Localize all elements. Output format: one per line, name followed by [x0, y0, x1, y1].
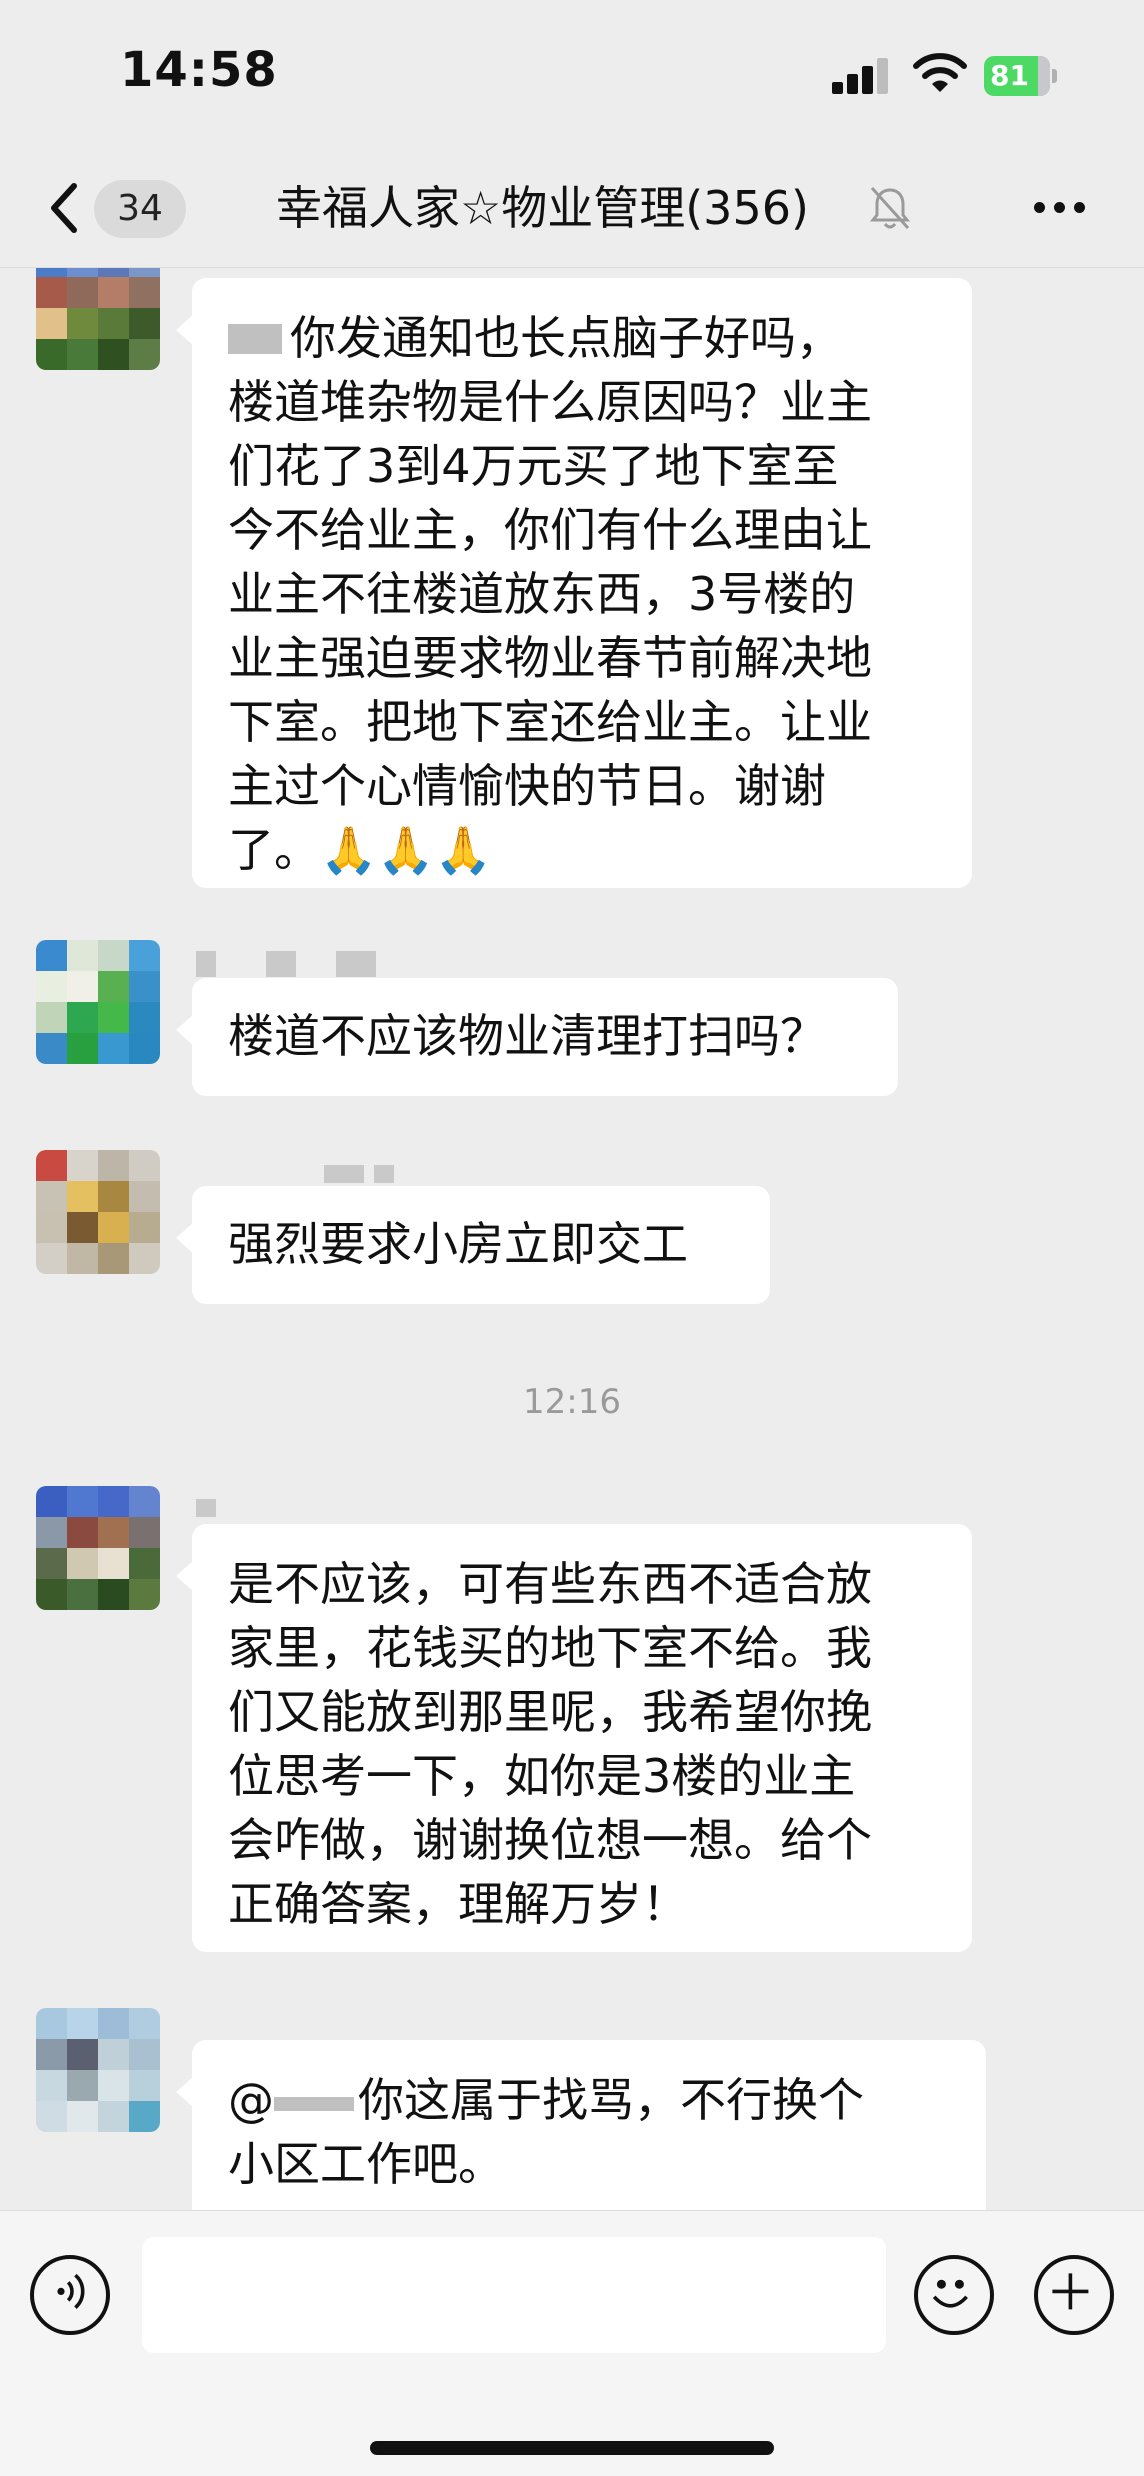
message-text: 你发通知也长点脑子好吗， — [290, 311, 842, 365]
message-list[interactable]: 你发通知也长点脑子好吗， 楼道堆杂物是什么原因吗？业主 们花了3到4万元买了地下… — [0, 268, 1144, 2210]
avatar[interactable] — [36, 2008, 160, 2132]
message-bubble[interactable]: 你发通知也长点脑子好吗， 楼道堆杂物是什么原因吗？业主 们花了3到4万元买了地下… — [176, 278, 972, 888]
message-text: 是不应该，可有些东西不适合放 — [228, 1557, 872, 1611]
status-time: 14:58 — [120, 42, 278, 98]
message-text: 业主不往楼道放东西，3号楼的 — [228, 567, 856, 621]
muted-bell-icon — [869, 186, 911, 230]
plus-icon — [1052, 2273, 1089, 2310]
avatar[interactable] — [36, 1150, 160, 1274]
avatar[interactable] — [36, 1486, 160, 1610]
more-functions-button[interactable] — [1034, 2255, 1114, 2335]
message-input[interactable] — [142, 2237, 886, 2353]
back-chevron-icon[interactable] — [44, 178, 84, 238]
chat-header: 34 幸福人家☆物业管理(356) — [0, 150, 1144, 268]
message-text: 小区工作吧。 — [228, 2137, 504, 2191]
message-text: 强烈要求小房立即交工 — [228, 1217, 688, 1271]
message-text: 业主强迫要求物业春节前解决地 — [228, 631, 872, 685]
message-text: 你这属于找骂，不行换个 — [358, 2073, 864, 2127]
voice-wave-icon — [57, 2273, 85, 2309]
avatar[interactable] — [36, 268, 160, 370]
unread-count-badge[interactable]: 34 — [94, 180, 186, 238]
message-text: 下室。把地下室还给业主。让业 — [228, 695, 872, 749]
wifi-icon — [913, 53, 967, 92]
smiley-icon — [932, 2279, 968, 2308]
message-text: 了。🙏🙏🙏 — [228, 823, 492, 877]
avatar[interactable] — [36, 940, 160, 1064]
message-text: 楼道不应该物业清理打扫吗？ — [228, 1009, 826, 1063]
redacted-mention — [274, 2096, 354, 2111]
voice-input-button[interactable] — [30, 2255, 110, 2335]
message-text: 们又能放到那里呢，我希望你挽 — [228, 1685, 872, 1739]
message-text: 们花了3到4万元买了地下室至 — [228, 439, 839, 493]
home-indicator[interactable] — [370, 2441, 774, 2455]
message-text: 家里，花钱买的地下室不给。我 — [228, 1621, 872, 1675]
message-timestamp: 12:16 — [523, 1382, 621, 1422]
chat-title: 幸福人家☆物业管理(356) — [276, 181, 809, 235]
message-text: 楼道堆杂物是什么原因吗？业主 — [228, 375, 872, 429]
input-bar — [0, 2210, 1144, 2476]
message-bubble[interactable]: @ 你这属于找骂，不行换个 小区工作吧。 — [176, 2040, 986, 2210]
more-options-icon[interactable] — [1030, 188, 1090, 228]
message-bubble[interactable]: 强烈要求小房立即交工 — [176, 1186, 770, 1304]
message-text: 位思考一下，如你是3楼的业主 — [228, 1749, 856, 1803]
message-text: 会咋做，谢谢换位想一想。给个 — [228, 1813, 872, 1867]
status-bar: 14:58 81 — [0, 0, 1144, 150]
emoji-button[interactable] — [914, 2255, 994, 2335]
message-text: 主过个心情愉快的节日。谢谢 — [228, 759, 826, 813]
sender-name-redacted — [196, 1488, 216, 1528]
mention-at: @ — [228, 2073, 274, 2127]
message-text: 正确答案，理解万岁！ — [228, 1877, 688, 1931]
battery-level: 81 — [990, 59, 1029, 92]
message-bubble[interactable]: 楼道不应该物业清理打扫吗？ — [176, 978, 898, 1096]
message-text: 今不给业主，你们有什么理由让 — [228, 503, 872, 557]
redacted-mention — [228, 324, 282, 354]
message-bubble[interactable]: 是不应该，可有些东西不适合放 家里，花钱买的地下室不给。我 们又能放到那里呢，我… — [176, 1524, 972, 1952]
cellular-signal-icon — [832, 58, 890, 94]
battery-icon: 81 — [984, 56, 1058, 96]
